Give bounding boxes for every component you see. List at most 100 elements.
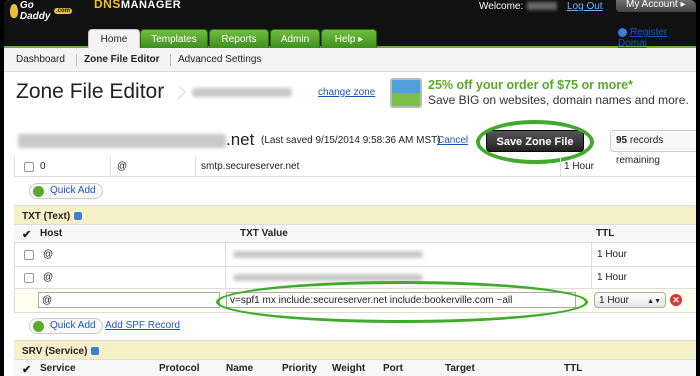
sub-nav: Dashboard Zone File Editor Advanced Sett…: [4, 48, 696, 72]
quick-add-button[interactable]: Quick Add: [29, 183, 103, 199]
checkmark-icon[interactable]: ✔: [22, 228, 31, 241]
divider: [225, 267, 226, 289]
logo-suffix: .com: [53, 8, 72, 14]
divider: [560, 157, 561, 177]
tab-home[interactable]: Home: [88, 29, 140, 50]
page-title: Zone File Editor: [16, 80, 165, 103]
txt-host-input[interactable]: @: [38, 292, 220, 308]
col-protocol: Protocol: [159, 363, 200, 374]
brand-prefix: DNS: [94, 0, 121, 11]
delete-icon[interactable]: ✕: [670, 294, 682, 306]
chevron-right-icon: ▸: [358, 34, 364, 45]
main-nav: Home Templates Reports Admin Help ▸: [4, 24, 696, 50]
row-checkbox[interactable]: [24, 250, 34, 260]
col-target: Target: [445, 363, 475, 374]
subnav-zone-file-editor[interactable]: Zone File Editor: [84, 54, 160, 65]
mx-priority: 0: [40, 161, 46, 172]
divider: [76, 54, 77, 66]
col-port: Port: [383, 363, 403, 374]
mx-points-to: smtp.secureserver.net: [201, 161, 300, 172]
domain-tld: .net: [226, 130, 255, 149]
section-title: TXT (Text): [22, 211, 71, 222]
help-icon[interactable]: [74, 212, 83, 221]
records-remaining-badge: 95 records remaining: [610, 130, 696, 166]
checkmark-icon[interactable]: ✔: [22, 363, 31, 376]
logout-link[interactable]: Log Out: [567, 1, 603, 12]
mx-ttl: 1 Hour: [564, 161, 595, 172]
info-icon: [618, 27, 627, 37]
row-checkbox[interactable]: [24, 273, 34, 283]
divider: [110, 157, 111, 177]
register-domain-link[interactable]: Register Domai: [618, 27, 696, 49]
subnav-dashboard[interactable]: Dashboard: [16, 54, 65, 65]
mascot-icon: [10, 4, 18, 18]
promo-headline[interactable]: 25% off your order of $75 or more*: [428, 78, 633, 92]
divider: [170, 54, 171, 66]
col-txt-value: TXT Value: [240, 228, 288, 239]
col-ttl: TTL: [564, 363, 583, 374]
quick-add-label: Quick Add: [50, 185, 96, 196]
txt-host: @: [43, 272, 54, 283]
divider: [225, 243, 226, 267]
help-icon[interactable]: [91, 347, 100, 356]
tab-help-label: Help: [334, 34, 356, 45]
add-icon: [33, 321, 44, 332]
godaddy-logo[interactable]: Go Daddy .com: [10, 0, 72, 22]
redacted-txt-value: [233, 251, 423, 258]
tab-templates[interactable]: Templates: [140, 29, 208, 48]
row-checkbox[interactable]: [24, 162, 34, 172]
section-title: SRV (Service): [22, 346, 88, 357]
divider: [195, 157, 196, 177]
chevron-right-icon: ▸: [680, 0, 686, 10]
col-ttl: TTL: [596, 228, 615, 239]
add-spf-record-link[interactable]: Add SPF Record: [105, 320, 180, 331]
my-account-button[interactable]: My Account ▸: [616, 0, 696, 12]
tab-admin[interactable]: Admin: [270, 29, 320, 48]
chevron-updown-icon: ▲▼: [647, 298, 661, 305]
redacted-txt-value: [233, 274, 423, 281]
table-row: @ 1 Hour: [14, 243, 696, 267]
subnav-advanced-settings[interactable]: Advanced Settings: [178, 54, 261, 65]
txt-column-headers: ✔ Host TXT Value TTL: [14, 225, 696, 243]
divider: [591, 243, 592, 267]
txt-ttl: 1 Hour: [597, 249, 628, 260]
tab-reports[interactable]: Reports: [209, 29, 269, 48]
table-row: 0 @ smtp.secureserver.net 1 Hour: [14, 157, 696, 177]
ttl-select-value: 1 Hour: [599, 295, 630, 306]
app-window: Go Daddy .com DNSMANAGER Welcome: Log Ou…: [4, 0, 696, 376]
tab-help[interactable]: Help ▸: [321, 29, 377, 48]
breadcrumb-chevron-icon: [172, 86, 186, 100]
my-account-label: My Account: [626, 0, 678, 10]
top-bar: Go Daddy .com DNSMANAGER Welcome: Log Ou…: [4, 0, 696, 24]
col-host: Host: [40, 228, 63, 239]
add-icon: [33, 186, 44, 197]
promo-monitor-icon[interactable]: [390, 78, 422, 108]
mx-host: @: [117, 161, 128, 172]
product-brand: DNSMANAGER: [94, 0, 181, 11]
col-weight: Weight: [332, 363, 366, 374]
cancel-link[interactable]: Cancel: [437, 135, 468, 146]
txt-ttl: 1 Hour: [597, 272, 628, 283]
records-count: 95: [616, 135, 628, 146]
welcome-label: Welcome:: [479, 1, 524, 12]
divider: [591, 267, 592, 289]
highlight-ring: [216, 281, 588, 323]
col-service: Service: [40, 363, 76, 374]
txt-host: @: [43, 249, 54, 260]
col-priority: Priority: [282, 363, 318, 374]
col-name: Name: [226, 363, 254, 374]
welcome-text: Welcome:: [479, 1, 558, 12]
promo-subline: Save BIG on websites, domain names and m…: [428, 93, 689, 107]
txt-section-header: TXT (Text): [14, 205, 696, 225]
srv-section-header: SRV (Service): [14, 340, 696, 360]
ttl-select[interactable]: 1 Hour ▲▼: [594, 292, 666, 308]
redacted-domain-name: [18, 134, 226, 148]
logo-text: Go Daddy: [19, 0, 51, 22]
redacted-zone-name: [192, 88, 292, 97]
quick-add-button[interactable]: Quick Add: [29, 318, 103, 334]
last-saved-text: (Last saved 9/15/2014 9:58:36 AM MST): [261, 135, 441, 146]
quick-add-label: Quick Add: [50, 320, 96, 331]
brand-suffix: MANAGER: [120, 0, 182, 11]
change-zone-link[interactable]: change zone: [318, 87, 375, 98]
redacted-username: [527, 2, 558, 11]
